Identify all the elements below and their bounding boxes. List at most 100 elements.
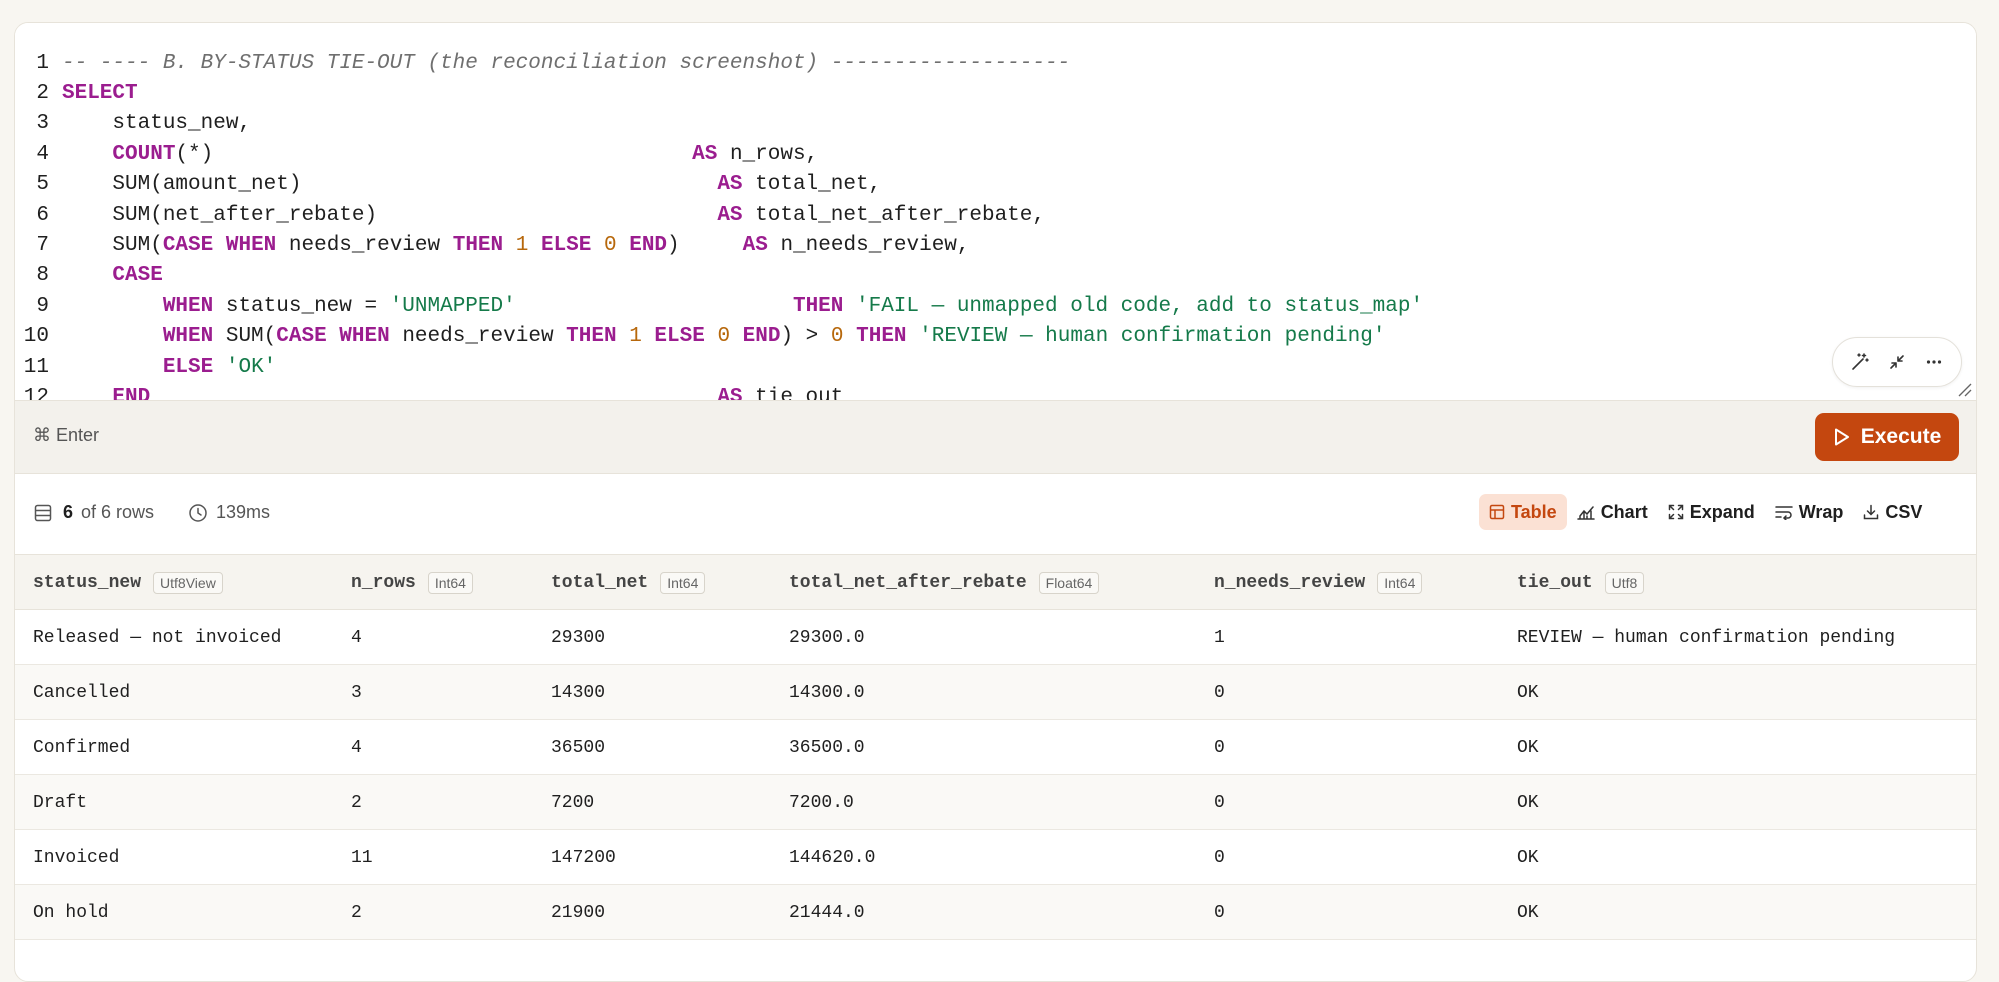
collapse-icon[interactable]	[1882, 347, 1912, 377]
table-rows-icon	[34, 504, 52, 521]
table-cell: 36500.0	[789, 737, 865, 758]
column-type-badge: Utf8	[1604, 571, 1645, 594]
code-line[interactable]: 11 ELSE 'OK'	[15, 352, 277, 382]
chart-view-button[interactable]: Chart	[1567, 494, 1658, 530]
table-view-button[interactable]: Table	[1479, 494, 1567, 530]
chart-view-label: Chart	[1600, 501, 1648, 522]
code-line[interactable]: 6 SUM(net_after_rebate) AS total_net_aft…	[15, 200, 1045, 230]
code-line[interactable]: 3 status_new,	[15, 109, 251, 139]
sql-keyword: AS	[742, 233, 768, 257]
sql-keyword: THEN	[566, 325, 617, 349]
expand-button[interactable]: Expand	[1658, 494, 1765, 530]
resize-handle-icon[interactable]	[1956, 381, 1972, 397]
run-bar: ⌘ Enter Execute	[15, 400, 1976, 474]
sql-keyword: CASE	[276, 325, 327, 349]
sql-keyword: END	[742, 325, 781, 349]
sql-comment: -- ---- B. BY-STATUS TIE-OUT (the reconc…	[62, 51, 1071, 75]
results-table: status_new Utf8View n_rows Int64 total_net In…	[15, 555, 1976, 940]
sql-editor[interactable]: 1 -- ---- B. BY-STATUS TIE-OUT (the recon…	[15, 23, 1976, 400]
line-number: 6	[36, 203, 49, 227]
sql-number: 0	[604, 233, 617, 257]
wrap-label: Wrap	[1798, 501, 1844, 522]
column-header-total-net[interactable]: total_net Int64	[551, 555, 706, 610]
table-cell: OK	[1517, 847, 1539, 868]
code-text: WHEN status_new = 'UNMAPPED' THEN 'FAIL …	[49, 295, 1423, 318]
csv-download-button[interactable]: CSV	[1853, 494, 1932, 530]
chart-icon	[1576, 506, 1595, 520]
line-number: 3	[36, 112, 49, 136]
code-line[interactable]: 5 SUM(amount_net) AS total_net,	[15, 170, 881, 200]
table-cell: OK	[1517, 902, 1539, 923]
table-cell: 0	[1214, 682, 1225, 703]
sql-token: SUM(amount_net)	[62, 173, 718, 197]
line-number: 9	[36, 294, 49, 318]
table-row[interactable]: On hold 2 21900 21444.0 0 OK	[15, 885, 1976, 940]
code-text: ELSE 'OK'	[49, 356, 276, 379]
more-options-icon[interactable]	[1919, 347, 1949, 377]
code-line[interactable]: 12 END AS tie_out	[15, 382, 844, 400]
table-row[interactable]: Released — not invoiced 4 29300 29300.0 1 REV…	[15, 610, 1976, 665]
table-cell: REVIEW — human confirmation pending	[1517, 627, 1896, 648]
column-header-tie-out[interactable]: tie_out Utf8	[1517, 555, 1645, 610]
editor-toolbar	[1832, 337, 1962, 387]
execute-button[interactable]: Execute	[1815, 413, 1959, 461]
table-cell: OK	[1517, 792, 1539, 813]
code-line[interactable]: 4 COUNT(*) AS n_rows,	[15, 139, 818, 169]
sql-token: status_new,	[62, 112, 252, 136]
sql-number: 0	[717, 325, 731, 349]
column-header-n-needs-review[interactable]: n_needs_review Int64	[1214, 555, 1423, 610]
code-text: SUM(amount_net) AS total_net,	[49, 173, 881, 196]
column-header-status-new[interactable]: status_new Utf8View	[33, 555, 223, 610]
code-line[interactable]: 1 -- ---- B. BY-STATUS TIE-OUT (the recon…	[15, 48, 1070, 78]
code-text: CASE	[49, 264, 163, 288]
sql-keyword: CASE	[112, 264, 163, 288]
table-row[interactable]: Confirmed 4 36500 36500.0 0 OK	[15, 720, 1976, 775]
results-bar: 6 of 6 rows 139ms Table Chart Expand Wra…	[15, 474, 1976, 555]
csv-label: CSV	[1885, 501, 1923, 522]
line-number: 12	[23, 385, 49, 400]
column-name: tie_out	[1517, 572, 1593, 593]
table-row[interactable]: Draft 2 7200 7200.0 0 OK	[15, 775, 1976, 830]
row-count-info: 6 of 6 rows	[33, 502, 154, 523]
table-icon	[1489, 504, 1505, 520]
sql-keyword: ELSE	[162, 355, 214, 379]
table-cell: 29300.0	[789, 627, 865, 648]
table-row[interactable]: Invoiced 11 147200 144620.0 0 OK	[15, 830, 1976, 885]
table-cell: 29300	[551, 627, 606, 648]
elapsed-value: 139ms	[216, 502, 271, 522]
table-cell: 147200	[551, 847, 616, 868]
code-line[interactable]: 8 CASE	[15, 261, 163, 291]
table-cell: 11	[351, 847, 373, 868]
table-cell: Draft	[33, 792, 88, 813]
code-line[interactable]: 2 SELECT	[15, 78, 137, 108]
table-cell: Released — not invoiced	[33, 627, 282, 648]
sql-token: SUM(	[213, 325, 277, 349]
code-line[interactable]: 9 WHEN status_new = 'UNMAPPED' THEN 'FAI…	[15, 291, 1423, 321]
code-text: WHEN SUM(CASE WHEN needs_review THEN 1 E…	[49, 325, 1386, 349]
column-header-total-net-after-rebate[interactable]: total_net_after_rebate Float64	[789, 555, 1100, 610]
code-line[interactable]: 10 WHEN SUM(CASE WHEN needs_review THEN …	[15, 322, 1386, 352]
table-cell: 4	[351, 627, 362, 648]
magic-wand-icon[interactable]	[1845, 347, 1875, 377]
sql-keyword: CASE	[162, 233, 214, 257]
code-line[interactable]: 7 SUM(CASE WHEN needs_review THEN 1 ELSE…	[15, 230, 969, 260]
line-number: 8	[36, 264, 49, 288]
table-row[interactable]: Cancelled 3 14300 14300.0 0 OK	[15, 665, 1976, 720]
sql-keyword: END	[112, 385, 151, 400]
column-header-n-rows[interactable]: n_rows Int64	[351, 555, 473, 610]
table-cell: OK	[1517, 737, 1539, 758]
play-icon	[1834, 428, 1849, 446]
line-number: 11	[23, 355, 49, 379]
wrap-button[interactable]: Wrap	[1765, 494, 1854, 530]
column-name: n_rows	[351, 572, 416, 593]
table-cell: 21444.0	[789, 902, 865, 923]
